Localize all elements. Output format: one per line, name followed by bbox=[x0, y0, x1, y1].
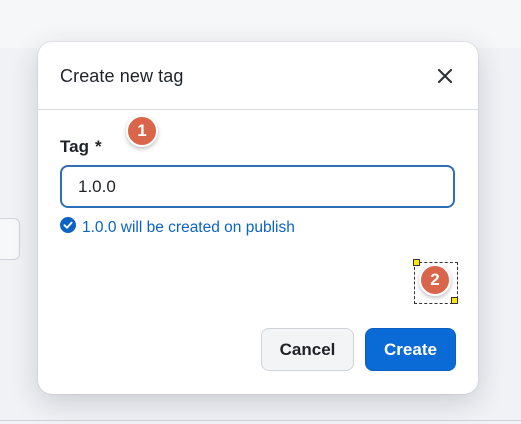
close-button[interactable] bbox=[431, 64, 459, 92]
background-divider bbox=[0, 420, 521, 421]
tag-label-text: Tag bbox=[60, 137, 89, 156]
cancel-button[interactable]: Cancel bbox=[261, 328, 354, 371]
dialog-title: Create new tag bbox=[60, 66, 184, 86]
annotation-marker-2: 2 bbox=[419, 264, 451, 296]
required-mark: * bbox=[94, 137, 102, 156]
close-icon bbox=[438, 68, 452, 88]
selection-handle-bottom-right[interactable] bbox=[451, 297, 458, 304]
create-button[interactable]: Create bbox=[365, 328, 456, 371]
create-tag-dialog: Create new tag Tag * 1.0.0 will be create… bbox=[38, 42, 478, 394]
tag-hint: 1.0.0 will be created on publish bbox=[60, 217, 295, 238]
background-element-stub bbox=[0, 218, 20, 260]
tag-field-label: Tag * bbox=[60, 137, 102, 157]
tag-input[interactable] bbox=[60, 165, 455, 208]
dialog-header: Create new tag bbox=[38, 42, 478, 110]
check-circle-icon bbox=[60, 217, 82, 238]
tag-hint-text: 1.0.0 will be created on publish bbox=[82, 218, 295, 236]
annotation-marker-1: 1 bbox=[126, 115, 158, 147]
selection-handle-top-left[interactable] bbox=[413, 259, 420, 266]
